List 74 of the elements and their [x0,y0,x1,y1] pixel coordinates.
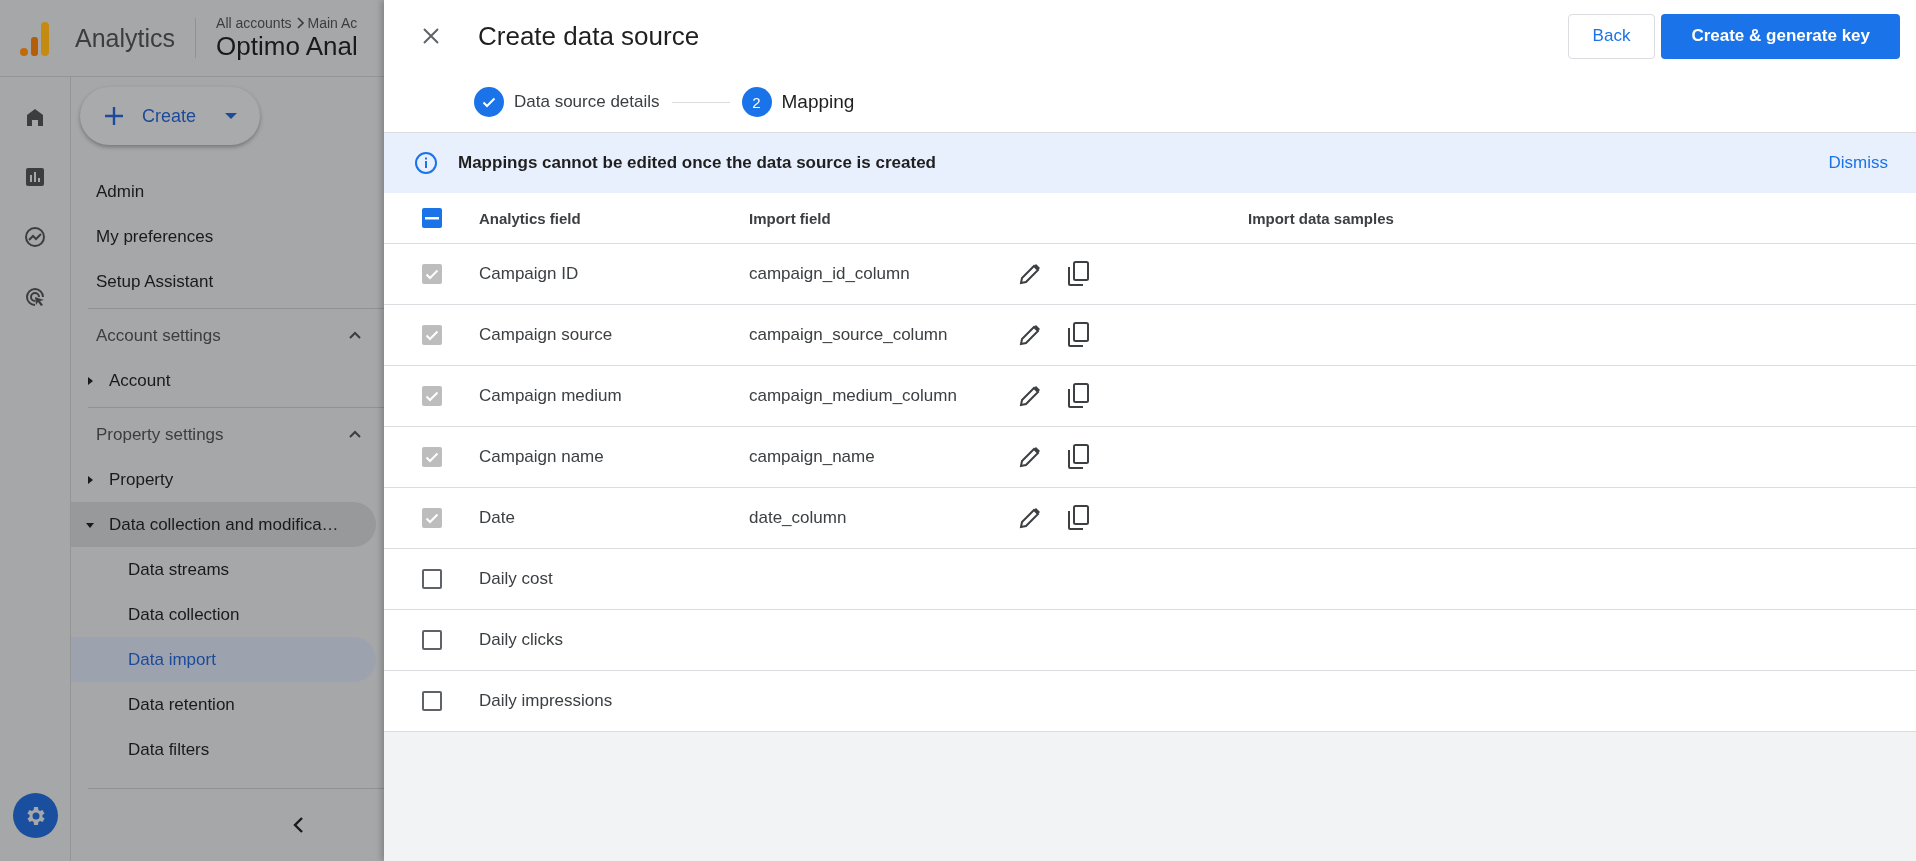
tree-item[interactable]: Property [71,457,376,502]
plus-icon [104,106,124,126]
create-button[interactable]: Create [80,87,260,145]
edit-icon[interactable] [1019,385,1041,407]
nav-item[interactable]: Setup Assistant [71,259,376,304]
field-name: Daily cost [479,569,554,589]
checkbox[interactable] [421,208,442,228]
nav-item[interactable]: Data collection [71,592,376,637]
section-header[interactable]: Property settings [71,412,376,457]
chevron-right-icon [295,16,304,29]
close-icon[interactable] [422,27,440,45]
chevron-icon [348,331,362,340]
field-name: Campaign name [479,447,605,467]
copy-icon[interactable] [1067,444,1089,470]
info-icon [414,151,438,175]
caret-icon [85,375,95,386]
copy-icon[interactable] [1067,322,1089,348]
nav-item[interactable]: Data retention [71,682,376,727]
copy-icon[interactable] [1067,383,1089,409]
column-header: Import data samples [1248,209,1395,227]
bar-chart-icon[interactable] [23,165,47,189]
edit-icon[interactable] [1019,263,1041,285]
cursor-target-icon[interactable] [23,285,47,309]
step-label: Data source details [514,92,660,112]
create-generate-key-button[interactable]: Create & generate key [1661,13,1900,59]
edit-icon[interactable] [1019,507,1041,529]
field-name: Campaign ID [479,264,580,284]
field-name: Date [479,508,516,528]
analytics-logo-icon [19,19,51,57]
tree-label: Property [109,469,174,490]
dismiss-link[interactable]: Dismiss [1828,153,1888,173]
import-field-name: date_column [749,508,848,528]
field-name: Campaign source [479,325,614,345]
nav-item[interactable]: My preferences [71,214,376,259]
checkbox[interactable] [421,569,442,589]
breadcrumb-link[interactable]: Main Ac [307,14,358,31]
tree-item[interactable]: Account [71,358,376,403]
import-field-name: campaign_name [749,447,876,467]
caret-icon [85,474,95,485]
property-name[interactable]: Optimo Anal [216,30,358,62]
import-field-name: campaign_id_column [749,264,911,284]
column-header: Import field [749,209,832,227]
tree-item[interactable]: Data collection and modifica… [71,502,376,547]
copy-icon[interactable] [1067,505,1089,531]
caret-icon [224,112,239,120]
tree-label: Data collection and modifica… [109,514,339,535]
banner-message: Mappings cannot be edited once the data source is created [458,153,936,173]
product-name: Analytics [75,23,176,53]
edit-icon[interactable] [1019,446,1041,468]
breadcrumb-link[interactable]: All accounts [216,14,292,31]
checkbox[interactable] [421,691,442,711]
tree-label: Account [109,370,171,391]
dialog-title: Create data source [478,20,700,52]
column-header: Analytics field [479,209,582,227]
import-field-name: campaign_medium_column [749,386,958,406]
copy-icon[interactable] [1067,261,1089,287]
field-name: Daily impressions [479,691,614,711]
collapse-chevron-icon[interactable] [292,816,304,834]
nav-item[interactable]: Data streams [71,547,376,592]
dash-icon [424,216,439,220]
chevron-icon [348,430,362,439]
checkbox[interactable] [421,630,442,650]
back-button[interactable]: Back [1567,13,1656,59]
settings-button[interactable] [12,793,58,838]
field-name: Daily clicks [479,630,565,650]
step-number: 2 [741,87,772,117]
import-field-name: campaign_source_column [749,325,949,345]
trend-circle-icon[interactable] [23,225,47,249]
field-name: Campaign medium [479,386,623,406]
nav-item[interactable]: Admin [71,169,376,214]
step-label: Mapping [781,91,855,113]
nav-item[interactable]: Data filters [71,727,376,772]
section-header[interactable]: Account settings [71,313,376,358]
edit-icon[interactable] [1019,324,1041,346]
